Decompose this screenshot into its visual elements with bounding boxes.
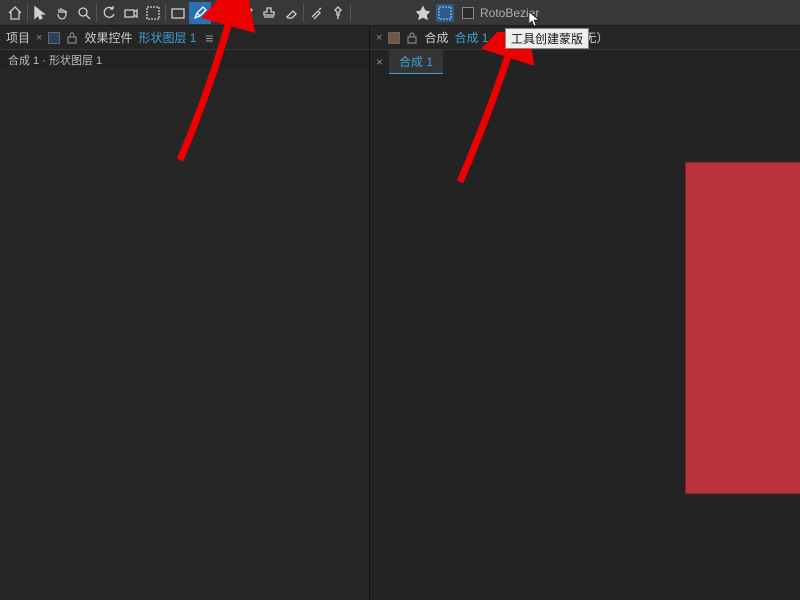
composition-panel-header: × 合成 合成 1 工具创建蒙版 无）	[370, 26, 800, 50]
home-tool[interactable]	[4, 2, 26, 24]
shape-layer-link[interactable]: 形状图层 1	[138, 29, 196, 46]
rotobezier-checkbox[interactable]	[462, 7, 474, 19]
home-icon	[7, 5, 23, 21]
rotate-tool[interactable]	[98, 2, 120, 24]
layer-color-swatch[interactable]	[48, 32, 60, 44]
mouse-cursor	[529, 12, 545, 33]
close-icon[interactable]: ×	[376, 32, 382, 44]
eraser-icon	[283, 5, 299, 21]
separator	[165, 4, 166, 22]
lock-icon[interactable]	[66, 32, 78, 44]
shape-options	[412, 2, 454, 24]
pen-tool[interactable]	[189, 2, 211, 24]
comp-link[interactable]: 合成 1	[454, 29, 488, 46]
project-panel-header: 项目 × 效果控件 形状图层 1 ≡	[0, 26, 369, 50]
comp-tab-row: × 合成 1	[370, 50, 800, 74]
project-breadcrumb: 合成 1 · 形状图层 1	[0, 50, 369, 70]
star-option[interactable]	[412, 2, 434, 24]
separator	[234, 4, 235, 22]
stamp-icon	[261, 5, 277, 21]
camera-tool[interactable]	[120, 2, 142, 24]
comp-color-swatch[interactable]	[388, 32, 400, 44]
text-icon	[214, 5, 230, 21]
tooltip: 工具创建蒙版	[505, 28, 589, 49]
project-panel: 项目 × 效果控件 形状图层 1 ≡ 合成 1 · 形状图层 1	[0, 26, 370, 600]
tab-close-icon[interactable]: ×	[376, 55, 383, 69]
mask-box-icon	[438, 6, 452, 20]
panel-menu-icon[interactable]: ≡	[202, 30, 216, 46]
pointer-icon	[32, 5, 48, 21]
eraser-tool[interactable]	[280, 2, 302, 24]
pan-behind-tool[interactable]	[142, 2, 164, 24]
effects-label: 效果控件	[84, 29, 132, 46]
composition-panel: × 合成 合成 1 工具创建蒙版 无） × 合成 1	[370, 26, 800, 600]
project-empty-area	[0, 70, 369, 600]
create-mask-toggle[interactable]	[436, 4, 454, 22]
separator	[303, 4, 304, 22]
comp-label: 合成	[424, 29, 448, 46]
zoom-tool[interactable]	[73, 2, 95, 24]
text-tool[interactable]	[211, 2, 233, 24]
shape-rectangle[interactable]	[685, 162, 800, 494]
hand-tool[interactable]	[51, 2, 73, 24]
rotobezier-group: RotoBezier	[462, 6, 539, 20]
roto-brush-icon	[308, 5, 324, 21]
pan-behind-icon	[145, 5, 161, 21]
camera-icon	[123, 5, 139, 21]
star-icon	[415, 5, 431, 21]
pen-icon	[192, 5, 208, 21]
panels-row: 项目 × 效果控件 形状图层 1 ≡ 合成 1 · 形状图层 1 × 合成 合成…	[0, 26, 800, 600]
comp-tab[interactable]: 合成 1	[389, 50, 443, 75]
separator	[96, 4, 97, 22]
clone-stamp-tool[interactable]	[258, 2, 280, 24]
separator	[27, 4, 28, 22]
hand-icon	[54, 5, 70, 21]
viewer-area[interactable]	[370, 74, 800, 600]
rectangle-tool[interactable]	[167, 2, 189, 24]
main-toolbar: RotoBezier	[0, 0, 800, 26]
zoom-icon	[76, 5, 92, 21]
puppet-tool[interactable]	[327, 2, 349, 24]
close-icon[interactable]: ×	[36, 32, 42, 44]
separator	[350, 4, 351, 22]
roto-brush-tool[interactable]	[305, 2, 327, 24]
lock-icon[interactable]	[406, 32, 418, 44]
brush-icon	[239, 5, 255, 21]
rectangle-icon	[170, 5, 186, 21]
brush-tool[interactable]	[236, 2, 258, 24]
rotate-icon	[101, 5, 117, 21]
project-title: 项目	[6, 29, 30, 46]
pushpin-icon	[330, 5, 346, 21]
selection-tool[interactable]	[29, 2, 51, 24]
